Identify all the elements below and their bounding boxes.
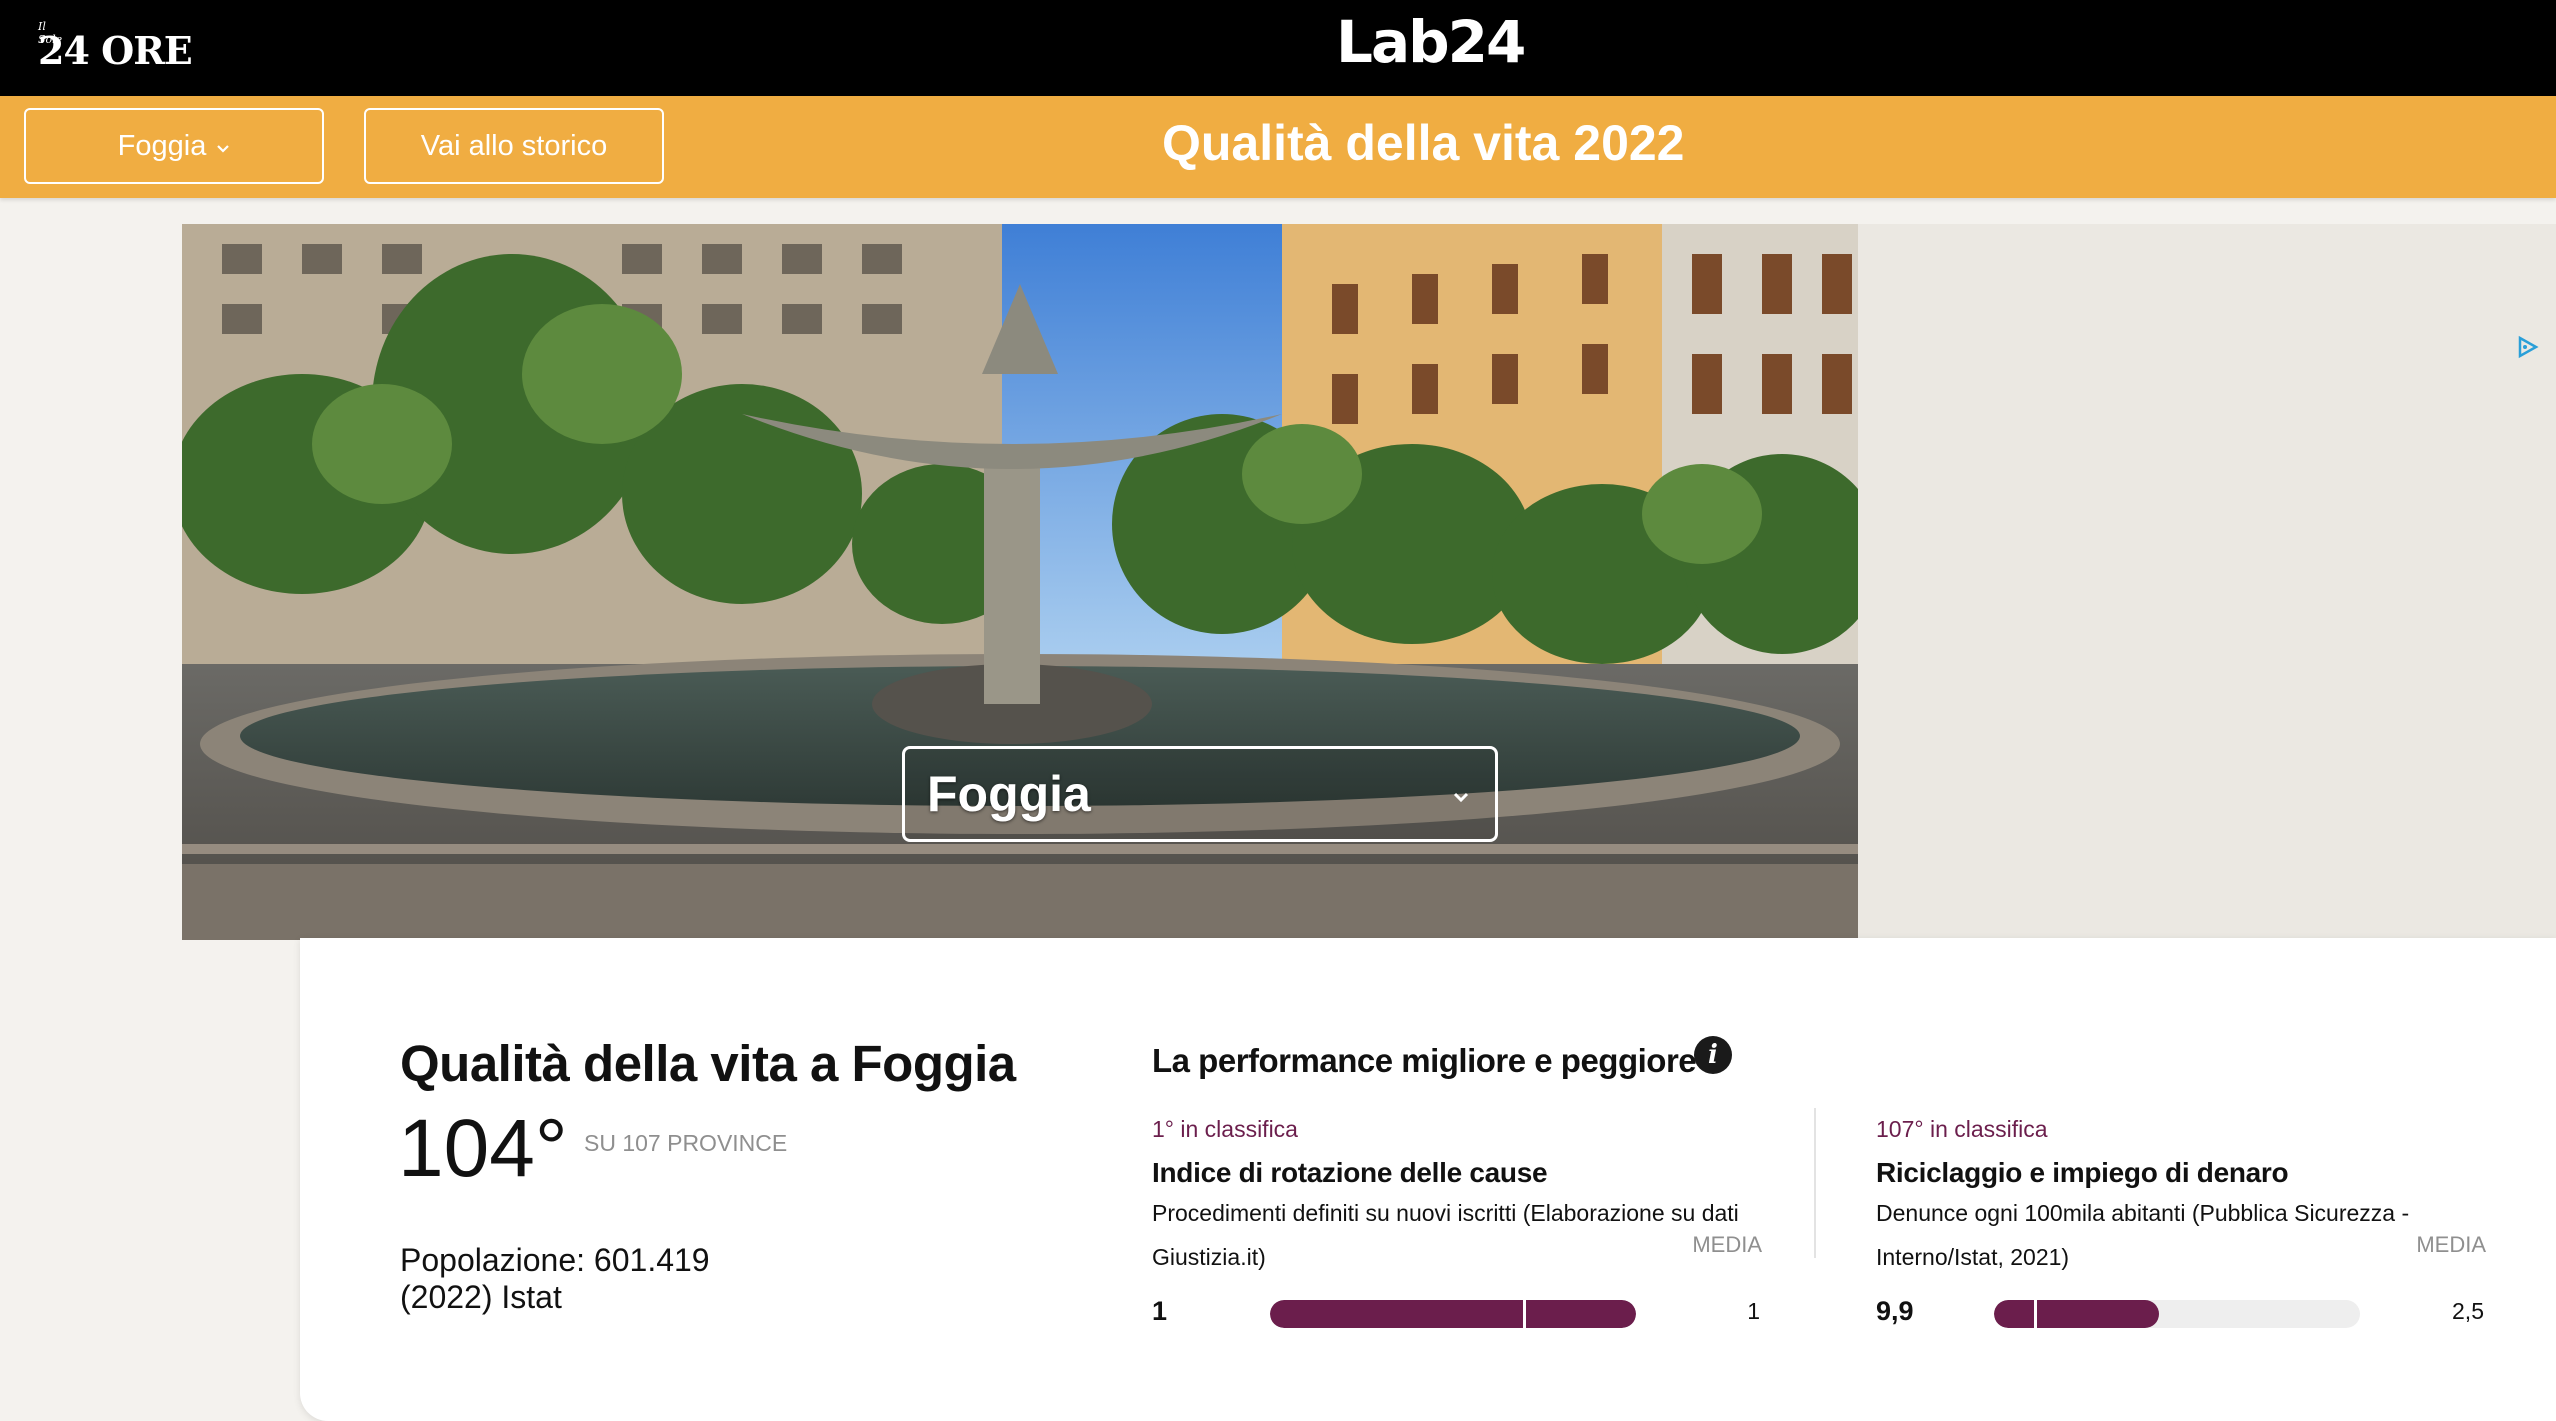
best-indicator-name: Indice di rotazione delle cause <box>1152 1157 1548 1188</box>
city-summary-card: Qualità della vita a Foggia 104° SU 107 … <box>300 938 2556 1421</box>
worst-media-marker <box>2034 1300 2038 1328</box>
best-bar-track <box>1270 1300 1636 1328</box>
history-button-label: Vai allo storico <box>420 129 608 162</box>
best-media-label: MEDIA <box>1692 1232 1762 1257</box>
worst-performance: 107° in classifica Riciclaggio e impiego… <box>1876 1116 2486 1328</box>
best-bar-row: 1 1 <box>1152 1296 1760 1332</box>
best-performance: 1° in classifica Indice di rotazione del… <box>1152 1116 1762 1328</box>
best-bar-fill <box>1270 1300 1636 1328</box>
rank-total-provinces: SU 107 PROVINCE <box>584 1130 788 1156</box>
summary-title: Qualità della vita a Foggia <box>400 1035 1016 1092</box>
lab24-logo[interactable]: Lab24 <box>1336 8 1526 76</box>
worst-indicator-description: Denunce ogni 100mila abitanti (Pubblica … <box>1876 1200 2410 1270</box>
best-media-value: 1 <box>1747 1298 1760 1324</box>
worst-value: 9,9 <box>1876 1296 1914 1326</box>
top-bar: Il Sole 24 ORE Lab24 <box>0 0 2556 96</box>
worst-media-value: 2,5 <box>2452 1298 2484 1324</box>
best-indicator-description: Procedimenti definiti su nuovi iscritti … <box>1152 1200 1739 1270</box>
population-info: Popolazione: 601.419 (2022) Istat <box>400 1242 710 1316</box>
adchoices-icon[interactable] <box>2514 334 2540 360</box>
worst-bar-row: 9,9 2,5 <box>1876 1296 2484 1332</box>
worst-rank: 107° in classifica <box>1876 1116 2048 1142</box>
advertisement-area <box>1858 224 2556 938</box>
population-value: Popolazione: 601.419 <box>400 1242 710 1278</box>
history-button[interactable]: Vai allo storico <box>364 108 664 184</box>
page-title: Qualità della vita 2022 <box>1162 115 1685 171</box>
worst-indicator-name: Riciclaggio e impiego di denaro <box>1876 1157 2289 1188</box>
info-icon[interactable]: i <box>1694 1036 1732 1074</box>
city-select[interactable]: Foggia <box>902 746 1498 842</box>
sole-logo-big: 24 ORE <box>38 28 193 73</box>
city-dropdown-button[interactable]: Foggia <box>24 108 324 184</box>
worst-media-label: MEDIA <box>2416 1232 2486 1257</box>
worst-bar-track <box>1994 1300 2360 1328</box>
performance-divider <box>1814 1108 1816 1258</box>
best-rank: 1° in classifica <box>1152 1116 1298 1142</box>
section-bar: Foggia Vai allo storico Qualità della vi… <box>0 96 2556 198</box>
worst-bar-fill <box>1994 1300 2159 1328</box>
performance-title: La performance migliore e peggiore <box>1152 1042 1697 1079</box>
city-rank: 104° <box>398 1103 568 1194</box>
city-select-value: Foggia <box>927 766 1091 822</box>
chevron-down-icon <box>1453 792 1469 803</box>
city-dropdown-label: Foggia <box>117 129 207 162</box>
best-value: 1 <box>1152 1296 1168 1326</box>
city-photo: Foggia <box>182 224 1858 940</box>
chevron-down-icon <box>216 137 230 160</box>
population-source: (2022) Istat <box>400 1279 562 1315</box>
best-media-marker <box>1522 1300 1526 1328</box>
